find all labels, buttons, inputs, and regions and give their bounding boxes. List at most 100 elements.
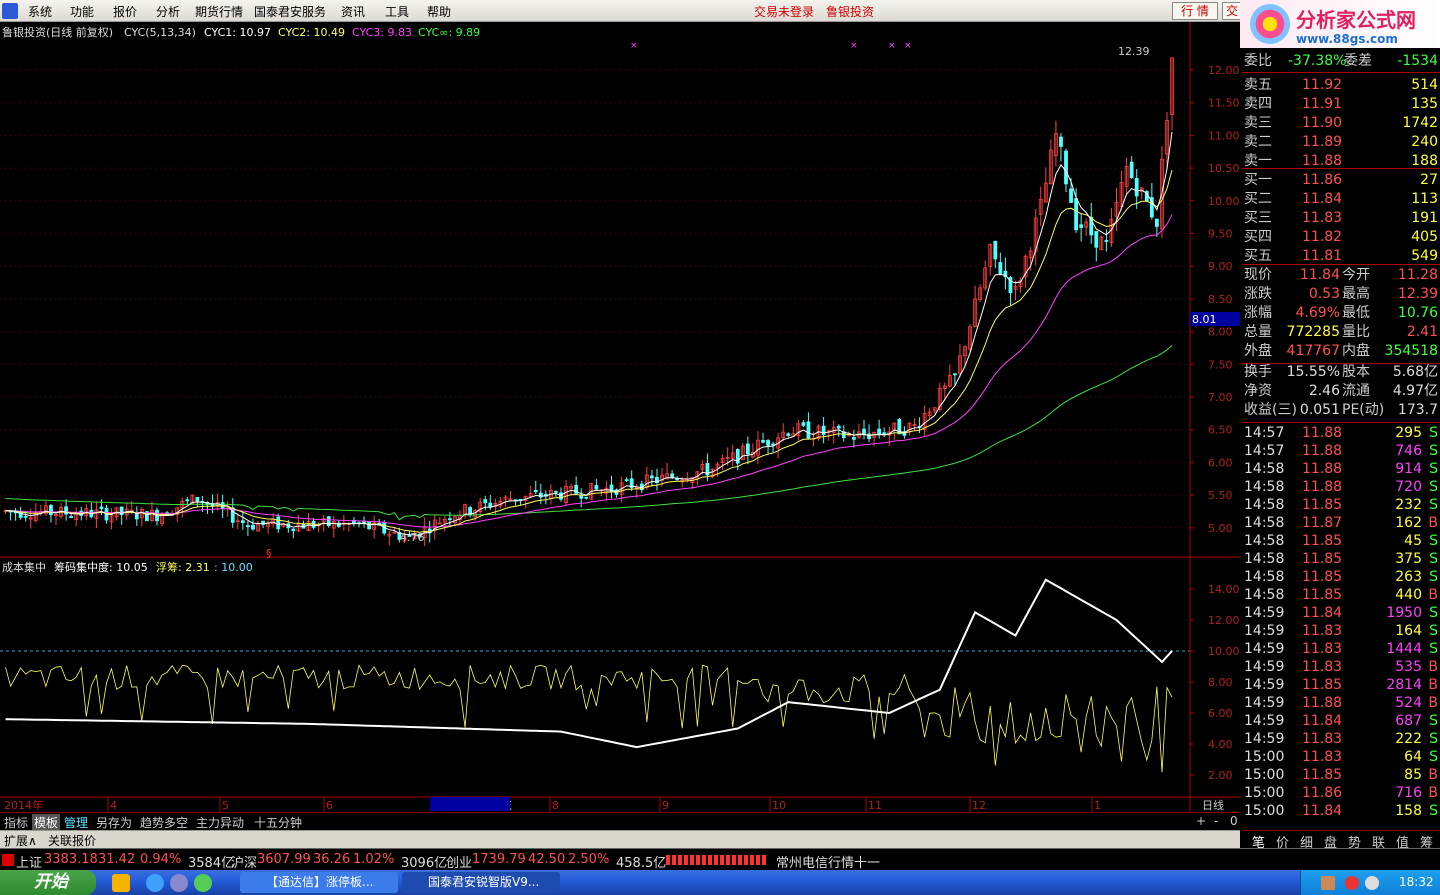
tab-15min[interactable]: 十五分钟 (254, 814, 302, 831)
chart-title: 鲁银投资(日线 前复权) (2, 25, 113, 39)
tick-price: 11.83 (1302, 641, 1343, 657)
tick-side: B (1428, 515, 1438, 531)
candle-body (801, 422, 806, 426)
ask-label: 卖二 (1244, 134, 1272, 150)
quicklaunch-app-icon[interactable] (112, 874, 130, 892)
quote-row: 外盘 417767 内盘 354518 (1242, 342, 1440, 361)
sub-axis-label: 4.00 (1208, 738, 1233, 751)
task-gtja[interactable]: 国泰君安锐智版V9... (402, 872, 560, 893)
candle-body (1059, 136, 1063, 147)
browser-icon[interactable] (170, 874, 188, 892)
menu-help[interactable]: 帮助 (427, 3, 451, 20)
menu-info[interactable]: 资讯 (341, 3, 365, 20)
hs-pct: 1.02% (353, 852, 395, 867)
cyc2-line (5, 169, 1173, 533)
tick-row[interactable]: 14:59 11.83 164 S (1242, 622, 1440, 640)
tick-row[interactable]: 14:58 11.87 162 B (1242, 514, 1440, 532)
candle-body (1064, 150, 1068, 185)
price-axis-label: 10.50 (1208, 162, 1240, 175)
tick-row[interactable]: 14:59 11.88 524 B (1242, 694, 1440, 712)
tab-indicator[interactable]: 指标 (4, 814, 28, 831)
tick-time: 15:00 (1244, 803, 1285, 819)
tick-row[interactable]: 14:58 11.85 375 S (1242, 550, 1440, 568)
bid-label: 买四 (1244, 229, 1272, 245)
tick-row[interactable]: 14:59 11.83 222 S (1242, 730, 1440, 748)
menu-gtja-service[interactable]: 国泰君安服务 (254, 3, 326, 20)
tick-row[interactable]: 14:59 11.84 1950 S (1242, 604, 1440, 622)
tray-icon[interactable] (1321, 876, 1335, 890)
menu-tools[interactable]: 工具 (385, 3, 409, 20)
tick-row[interactable]: 15:00 11.86 716 B (1242, 784, 1440, 802)
menu-futures[interactable]: 期货行情 (195, 3, 243, 20)
hs-label[interactable]: 沪深 (231, 852, 257, 871)
tick-row[interactable]: 14:57 11.88 295 S (1242, 424, 1440, 442)
candle-body (1069, 188, 1073, 203)
menu-system[interactable]: 系统 (28, 3, 52, 20)
tick-price: 11.86 (1302, 785, 1343, 801)
candle-body (993, 240, 998, 260)
tab-trend[interactable]: 趋势多空 (140, 814, 188, 831)
tick-row[interactable]: 14:58 11.85 45 S (1242, 532, 1440, 550)
tick-row[interactable]: 15:00 11.84 158 S (1242, 802, 1440, 820)
cy-pct: 2.50% (568, 852, 610, 867)
tick-row[interactable]: 14:58 11.88 720 S (1242, 478, 1440, 496)
tick-row[interactable]: 14:59 11.83 535 B (1242, 658, 1440, 676)
ask-label: 卖四 (1244, 96, 1272, 112)
tick-row[interactable]: 14:59 11.84 687 S (1242, 712, 1440, 730)
level-value: : 10.00 (214, 561, 253, 574)
server-name[interactable]: 常州电信行情十一 (776, 852, 880, 871)
zoom-out-button[interactable]: - (1214, 814, 1218, 828)
tick-row[interactable]: 14:58 11.85 263 S (1242, 568, 1440, 586)
ie-icon[interactable] (146, 874, 164, 892)
tick-row[interactable]: 15:00 11.83 64 S (1242, 748, 1440, 766)
candle-body (251, 524, 255, 530)
tab-manage[interactable]: 管理 (64, 814, 88, 831)
kline-chart[interactable]: 12.0011.5011.0010.5010.009.509.008.508.0… (0, 22, 1240, 812)
trade-button[interactable]: 交 (1222, 2, 1242, 20)
tick-volume: 914 (1395, 461, 1422, 477)
ask-row-label: 卖三 11.90 1742 (1242, 114, 1440, 133)
app-icon[interactable] (194, 874, 212, 892)
quote-row: 总量 772285 量比 2.41 (1242, 323, 1440, 342)
start-button[interactable]: 开始 (0, 870, 96, 895)
expand-button[interactable]: 扩展∧ (4, 832, 37, 849)
trade-status[interactable]: 交易未登录 (754, 3, 814, 20)
tick-row[interactable]: 14:58 11.88 914 S (1242, 460, 1440, 478)
tick-row[interactable]: 14:57 11.88 746 S (1242, 442, 1440, 460)
sh-label[interactable]: 上证 (16, 852, 42, 871)
tab-template[interactable]: 模板 (32, 814, 61, 831)
menu-quote[interactable]: 报价 (113, 3, 137, 20)
tick-row[interactable]: 14:59 11.83 1444 S (1242, 640, 1440, 658)
candle-body (291, 528, 296, 532)
candle-body (64, 506, 68, 515)
quote-label: 最高 (1342, 286, 1370, 302)
tick-price: 11.85 (1302, 767, 1343, 783)
related-quotes-tab[interactable]: 关联报价 (48, 832, 96, 849)
tick-row[interactable]: 15:00 11.85 85 B (1242, 766, 1440, 784)
candle-body (584, 496, 589, 499)
tick-time: 14:59 (1244, 623, 1285, 639)
ask-row-label: 卖二 11.89 240 (1242, 133, 1440, 152)
tick-side: B (1428, 659, 1438, 675)
menu-analysis[interactable]: 分析 (156, 3, 180, 20)
reset-button[interactable]: 0 (1230, 814, 1238, 828)
tab-save-as[interactable]: 另存为 (96, 814, 132, 831)
menu-function[interactable]: 功能 (70, 3, 94, 20)
tab-main-force[interactable]: 主力异动 (196, 814, 244, 831)
tick-row[interactable]: 14:59 11.85 2814 B (1242, 676, 1440, 694)
tray-icon[interactable] (1345, 876, 1359, 890)
cy-label[interactable]: 创业 (446, 852, 472, 871)
quote-label: 量比 (1342, 324, 1370, 340)
candle-body (447, 518, 452, 521)
tick-volume: 535 (1395, 659, 1422, 675)
zoom-in-button[interactable]: + (1196, 814, 1206, 828)
quote-button[interactable]: 行 情 (1172, 2, 1218, 20)
tick-volume: 524 (1395, 695, 1422, 711)
price-axis-label: 7.00 (1208, 391, 1233, 404)
task-tdx[interactable]: 【通达信】涨停板... (240, 872, 398, 893)
volume-icon[interactable] (1365, 876, 1379, 890)
tick-volume: 375 (1395, 551, 1422, 567)
tick-side: S (1429, 497, 1438, 513)
tick-row[interactable]: 14:58 11.85 440 B (1242, 586, 1440, 604)
tick-row[interactable]: 14:58 11.85 232 S (1242, 496, 1440, 514)
